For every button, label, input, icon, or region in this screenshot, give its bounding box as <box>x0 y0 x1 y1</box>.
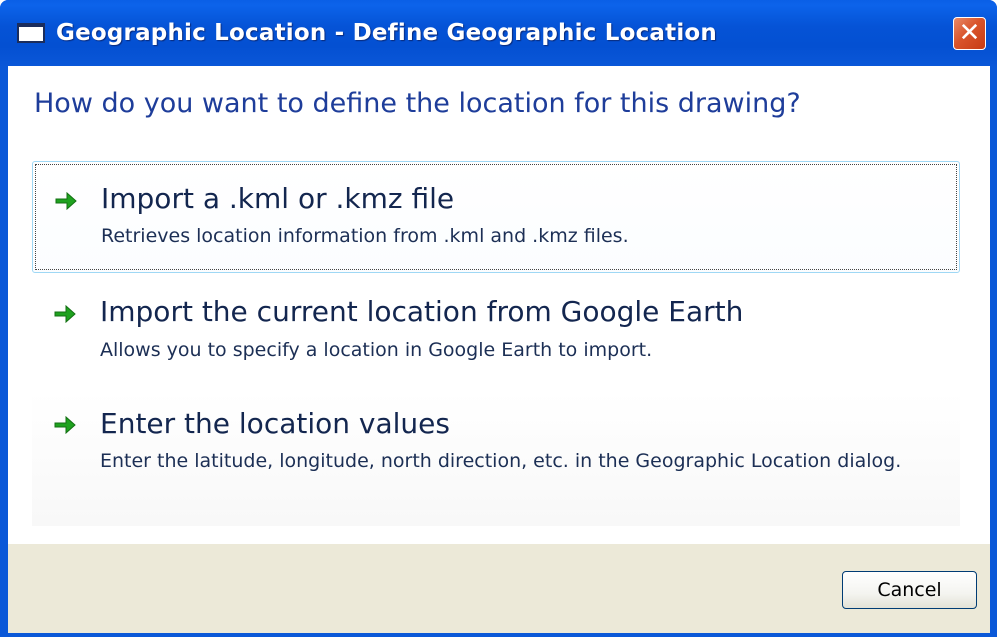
main-instruction: How do you want to define the location f… <box>34 88 801 119</box>
dialog-window: Geographic Location - Define Geographic … <box>0 0 997 637</box>
dialog-body: How do you want to define the location f… <box>8 66 990 633</box>
window-title: Geographic Location - Define Geographic … <box>56 20 717 46</box>
option-enter-location-values[interactable]: Enter the location values Enter the lati… <box>32 391 960 526</box>
option-import-kml[interactable]: Import a .kml or .kmz file Retrieves loc… <box>32 161 960 273</box>
option-title: Enter the location values <box>100 407 450 440</box>
close-icon: ✕ <box>958 18 981 48</box>
green-arrow-icon <box>54 305 76 323</box>
option-title: Import a .kml or .kmz file <box>101 182 455 215</box>
window-icon <box>17 23 45 43</box>
green-arrow-icon <box>55 192 77 210</box>
option-description: Retrieves location information from .kml… <box>101 225 629 247</box>
option-import-google-earth[interactable]: Import the current location from Google … <box>32 278 960 378</box>
cancel-button[interactable]: Cancel <box>842 571 977 609</box>
option-title: Import the current location from Google … <box>100 295 744 328</box>
title-bar[interactable]: Geographic Location - Define Geographic … <box>0 0 997 66</box>
focus-ring <box>35 164 957 270</box>
option-description: Enter the latitude, longitude, north dir… <box>100 450 902 472</box>
close-button[interactable]: ✕ <box>953 17 986 50</box>
option-description: Allows you to specify a location in Goog… <box>100 339 653 361</box>
green-arrow-icon <box>54 416 76 434</box>
dialog-footer: Cancel <box>8 544 990 633</box>
